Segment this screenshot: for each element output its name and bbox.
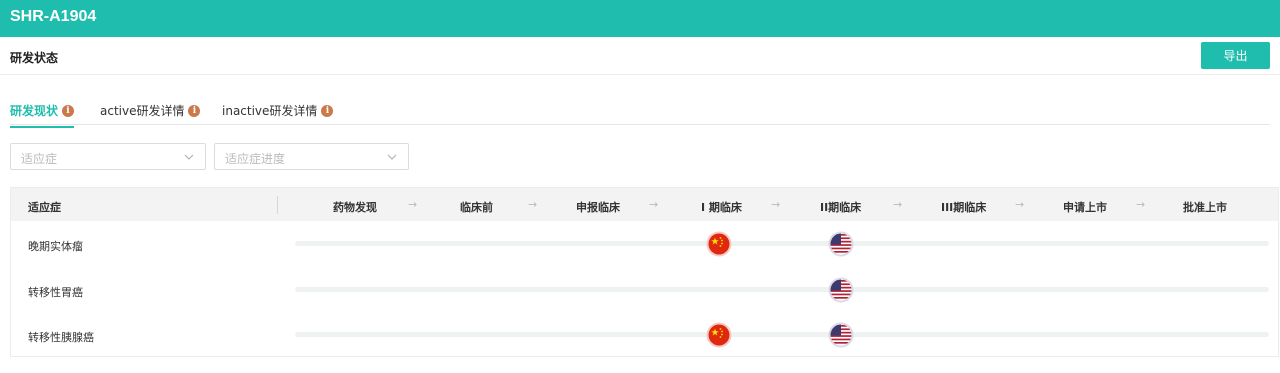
chevron-right-icon: → [1015,198,1025,211]
usa-flag-icon[interactable] [828,322,854,348]
tab-label: inactive研发详情 [222,104,318,118]
row-indication-label: 转移性胰腺癌 [28,331,94,344]
chevron-right-icon: → [528,198,538,211]
progress-select-placeholder: 适应症进度 [225,152,286,166]
section-title: 研发状态 [10,51,59,65]
section-header: 研发状态 [0,37,1280,75]
progress-select[interactable]: 适应症进度 [214,143,409,170]
indication-select[interactable]: 适应症 [10,143,206,170]
tab-status[interactable]: 研发现状 i [10,102,75,128]
info-icon[interactable]: i [321,104,334,117]
usa-flag-icon[interactable] [828,277,854,303]
chevron-right-icon: → [649,198,659,211]
stage-header: 申请上市 [1063,201,1107,214]
stage-header: 临床前 [460,201,493,214]
stage-header: II期临床 [820,201,862,214]
china-flag-icon[interactable] [706,322,732,348]
tab-label: 研发现状 [10,104,59,118]
info-icon[interactable]: i [62,104,75,117]
info-icon[interactable]: i [188,104,201,117]
chevron-right-icon: → [893,198,903,211]
export-button[interactable]: 导出 [1201,42,1270,69]
stage-header: I 期临床 [701,201,742,214]
chevron-right-icon: → [771,198,781,211]
stage-header: III期临床 [941,201,987,214]
tab-label: active研发详情 [100,104,185,118]
stage-header: 药物发现 [333,201,377,214]
chevron-right-icon: → [1136,198,1146,211]
chevron-right-icon: → [408,198,418,211]
chevron-down-icon [387,154,397,160]
header-divider [277,196,278,214]
app-header: SHR-A1904 [0,0,1280,37]
progress-track [295,241,1269,246]
indication-select-placeholder: 适应症 [21,152,58,166]
tab-bar: 研发现状 i active研发详情 i inactive研发详情 i [10,100,1270,128]
china-flag-icon[interactable] [706,231,732,257]
usa-flag-icon[interactable] [828,231,854,257]
stage-header: 申报临床 [576,201,620,214]
table-header: 适应症 药物发现 → 临床前 → 申报临床 → I 期临床 → II期临床 → … [11,188,1278,221]
row-indication-label: 转移性胃癌 [28,286,83,299]
progress-track [295,332,1269,337]
chevron-down-icon [184,154,194,160]
drug-title: SHR-A1904 [10,8,97,25]
pipeline-table: 适应症 药物发现 → 临床前 → 申报临床 → I 期临床 → II期临床 → … [10,187,1279,357]
indication-column-header: 适应症 [28,201,61,214]
row-indication-label: 晚期实体瘤 [28,240,83,253]
progress-track [295,287,1269,292]
tab-active-details[interactable]: active研发详情 i [100,102,201,119]
tab-inactive-details[interactable]: inactive研发详情 i [222,102,334,119]
stage-header: 批准上市 [1183,201,1227,214]
